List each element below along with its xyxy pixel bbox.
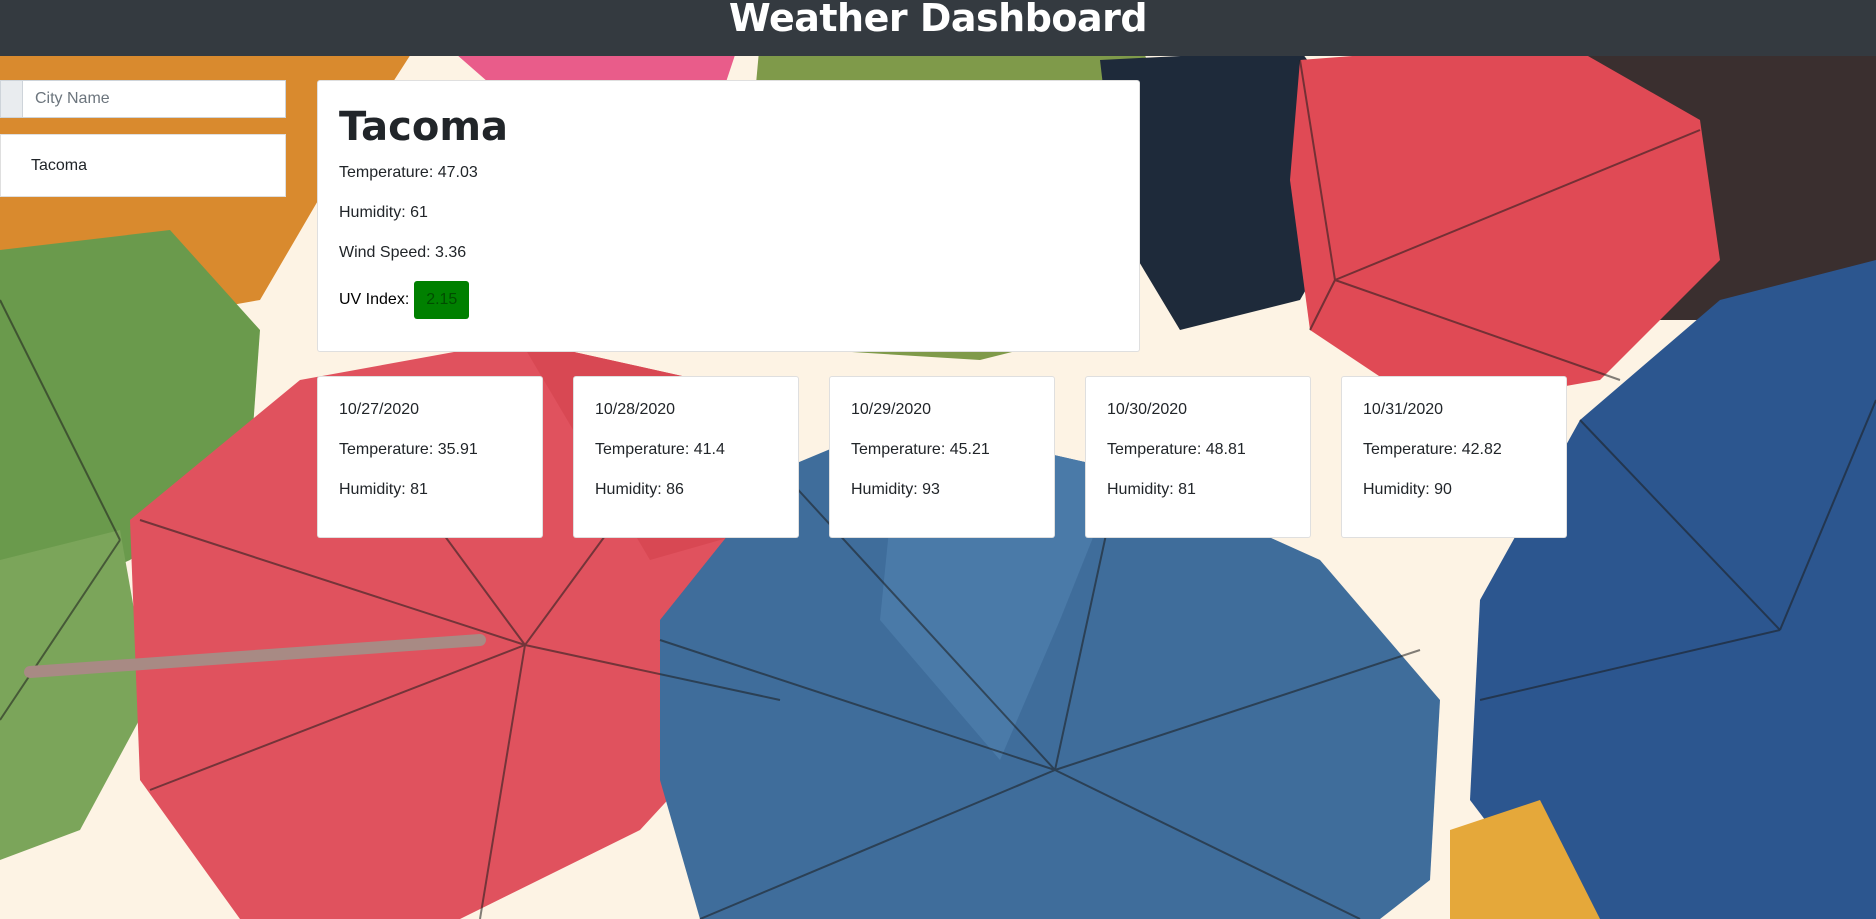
forecast-temperature: Temperature: 45.21 bbox=[851, 441, 990, 458]
forecast-card: 10/31/2020 Temperature: 42.82 Humidity: … bbox=[1341, 376, 1567, 538]
forecast-card: 10/30/2020 Temperature: 48.81 Humidity: … bbox=[1085, 376, 1311, 538]
forecast-date: 10/31/2020 bbox=[1363, 401, 1444, 418]
forecast-date: 10/29/2020 bbox=[851, 401, 932, 418]
history-item-tacoma[interactable]: Tacoma bbox=[0, 134, 286, 197]
search-history-list: Tacoma bbox=[0, 134, 286, 197]
forecast-date: 10/28/2020 bbox=[595, 401, 676, 418]
forecast-card: 10/27/2020 Temperature: 35.91 Humidity: … bbox=[317, 376, 543, 538]
forecast-humidity: Humidity: 93 bbox=[851, 481, 940, 498]
forecast-humidity: Humidity: 81 bbox=[1107, 481, 1196, 498]
forecast-card: 10/29/2020 Temperature: 45.21 Humidity: … bbox=[829, 376, 1055, 538]
page-title: Weather Dashboard bbox=[728, 0, 1148, 40]
current-weather-card: Tacoma Temperature: 47.03 Humidity: 61 W… bbox=[317, 80, 1140, 352]
uv-index-row: UV Index: 2.15 bbox=[339, 281, 1118, 319]
forecast-date: 10/27/2020 bbox=[339, 401, 420, 418]
current-humidity: Humidity: 61 bbox=[339, 204, 428, 221]
current-temperature: Temperature: 47.03 bbox=[339, 164, 478, 181]
forecast-temperature: Temperature: 42.82 bbox=[1363, 441, 1502, 458]
city-search-group bbox=[0, 80, 286, 118]
forecast-humidity: Humidity: 86 bbox=[595, 481, 684, 498]
search-prepend bbox=[0, 80, 22, 118]
forecast-temperature: Temperature: 35.91 bbox=[339, 441, 478, 458]
forecast-humidity: Humidity: 90 bbox=[1363, 481, 1452, 498]
current-city-name: Tacoma bbox=[339, 104, 508, 150]
forecast-card: 10/28/2020 Temperature: 41.4 Humidity: 8… bbox=[573, 376, 799, 538]
current-wind-speed: Wind Speed: 3.36 bbox=[339, 244, 467, 261]
page-header: Weather Dashboard bbox=[0, 0, 1876, 56]
forecast-temperature: Temperature: 48.81 bbox=[1107, 441, 1246, 458]
uv-index-badge: 2.15 bbox=[414, 281, 470, 319]
city-search-input[interactable] bbox=[22, 80, 286, 118]
forecast-date: 10/30/2020 bbox=[1107, 401, 1188, 418]
forecast-temperature: Temperature: 41.4 bbox=[595, 441, 725, 458]
uv-index-label: UV Index: bbox=[339, 291, 410, 308]
forecast-humidity: Humidity: 81 bbox=[339, 481, 428, 498]
